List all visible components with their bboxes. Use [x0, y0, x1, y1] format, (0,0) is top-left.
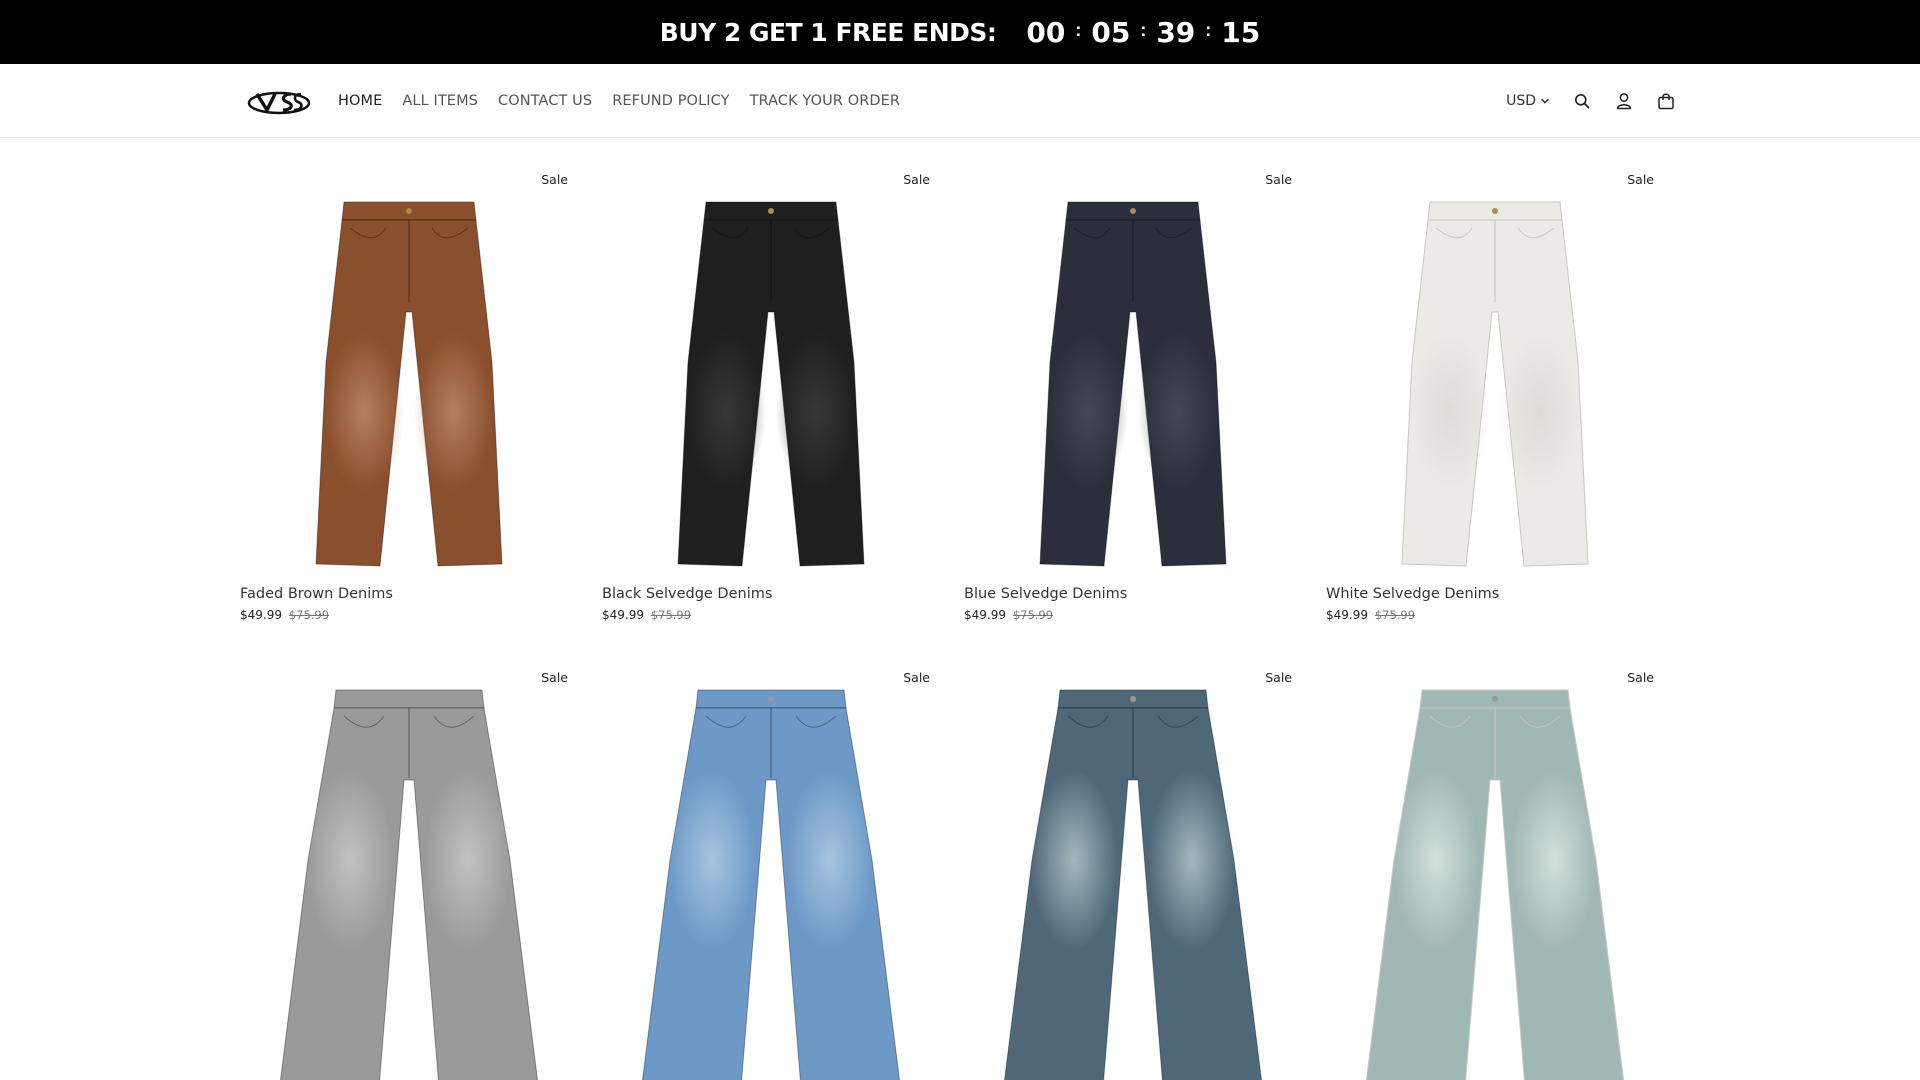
product-title[interactable]: White Selvedge Denims: [1326, 586, 1664, 602]
timer-seconds: 39: [1156, 15, 1196, 49]
sale-price: $49.99: [602, 608, 644, 622]
sale-badge: Sale: [903, 172, 930, 187]
sale-badge: Sale: [541, 670, 568, 685]
product-price: $49.99 $75.99: [1326, 608, 1664, 622]
product-image[interactable]: Sale: [1326, 660, 1664, 1080]
sale-badge: Sale: [1265, 670, 1292, 685]
product-card[interactable]: Sale Faded Brown Denims $49.99 $75.99: [240, 162, 578, 622]
product-image[interactable]: Sale: [964, 162, 1302, 582]
sale-badge: Sale: [1627, 172, 1654, 187]
product-title[interactable]: Faded Brown Denims: [240, 586, 578, 602]
product-image[interactable]: Sale: [602, 660, 940, 1080]
product-card[interactable]: Sale: [602, 660, 940, 1080]
product-card[interactable]: Sale: [1326, 660, 1664, 1080]
timer-separator: :: [1205, 19, 1212, 40]
product-title[interactable]: Blue Selvedge Denims: [964, 586, 1302, 602]
timer-separator: :: [1075, 19, 1082, 40]
jeans-image: [315, 201, 503, 567]
jeans-image: [641, 689, 901, 1080]
sale-badge: Sale: [1265, 172, 1292, 187]
announcement-text: BUY 2 GET 1 FREE ENDS:: [659, 17, 997, 47]
search-icon: [1575, 94, 1590, 109]
nav-all-items[interactable]: ALL ITEMS: [402, 93, 478, 109]
account-icon: [1616, 93, 1632, 110]
jeans-image: [1039, 201, 1227, 567]
product-card[interactable]: Sale: [240, 660, 578, 1080]
site-header: HOME ALL ITEMS CONTACT US REFUND POLICY …: [0, 64, 1920, 138]
sale-badge: Sale: [903, 670, 930, 685]
nav-contact-us[interactable]: CONTACT US: [498, 93, 592, 109]
sale-price: $49.99: [964, 608, 1006, 622]
compare-price: $75.99: [650, 608, 692, 622]
sale-price: $49.99: [1326, 608, 1368, 622]
compare-price: $75.99: [1374, 608, 1416, 622]
product-card[interactable]: Sale White Selvedge Denims $49.99 $75.99: [1326, 162, 1664, 622]
compare-price: $75.99: [288, 608, 330, 622]
account-button[interactable]: [1614, 91, 1634, 111]
product-price: $49.99 $75.99: [602, 608, 940, 622]
product-title[interactable]: Black Selvedge Denims: [602, 586, 940, 602]
main-nav: HOME ALL ITEMS CONTACT US REFUND POLICY …: [338, 64, 900, 138]
product-image[interactable]: Sale: [240, 162, 578, 582]
logo-mark: [247, 91, 311, 115]
cart-icon: [1658, 93, 1674, 110]
compare-price: $75.99: [1012, 608, 1054, 622]
jeans-image: [1365, 689, 1625, 1080]
jeans-image: [1003, 689, 1263, 1080]
nav-refund-policy[interactable]: REFUND POLICY: [612, 93, 729, 109]
chevron-down-icon: [1540, 98, 1550, 104]
logo[interactable]: [247, 86, 311, 116]
announcement-bar: BUY 2 GET 1 FREE ENDS: 00 : 05 : 39 : 15: [0, 0, 1920, 64]
product-price: $49.99 $75.99: [240, 608, 578, 622]
nav-home[interactable]: HOME: [338, 93, 382, 109]
currency-label: USD: [1506, 93, 1536, 109]
jeans-image: [677, 201, 865, 567]
header-actions: USD: [1506, 64, 1676, 138]
sale-price: $49.99: [240, 608, 282, 622]
product-image[interactable]: Sale: [964, 660, 1302, 1080]
product-image[interactable]: Sale: [240, 660, 578, 1080]
product-card[interactable]: Sale: [964, 660, 1302, 1080]
nav-track-order[interactable]: TRACK YOUR ORDER: [750, 93, 901, 109]
product-card[interactable]: Sale Black Selvedge Denims $49.99 $75.99: [602, 162, 940, 622]
jeans-image: [279, 689, 539, 1080]
product-card[interactable]: Sale Blue Selvedge Denims $49.99 $75.99: [964, 162, 1302, 622]
timer-centiseconds: 15: [1221, 15, 1261, 49]
countdown-timer: 00 : 05 : 39 : 15: [1026, 16, 1260, 49]
sale-badge: Sale: [1627, 670, 1654, 685]
product-image[interactable]: Sale: [1326, 162, 1664, 582]
timer-hours: 00: [1026, 15, 1066, 49]
search-button[interactable]: [1572, 91, 1592, 111]
currency-selector[interactable]: USD: [1506, 93, 1550, 109]
jeans-image: [1401, 201, 1589, 567]
sale-badge: Sale: [541, 172, 568, 187]
timer-minutes: 05: [1091, 15, 1131, 49]
cart-button[interactable]: [1656, 91, 1676, 111]
timer-separator: :: [1140, 19, 1147, 40]
product-grid: Sale Faded Brown Denims $49.99 $75.99 Sa…: [240, 162, 1688, 1080]
product-price: $49.99 $75.99: [964, 608, 1302, 622]
product-image[interactable]: Sale: [602, 162, 940, 582]
